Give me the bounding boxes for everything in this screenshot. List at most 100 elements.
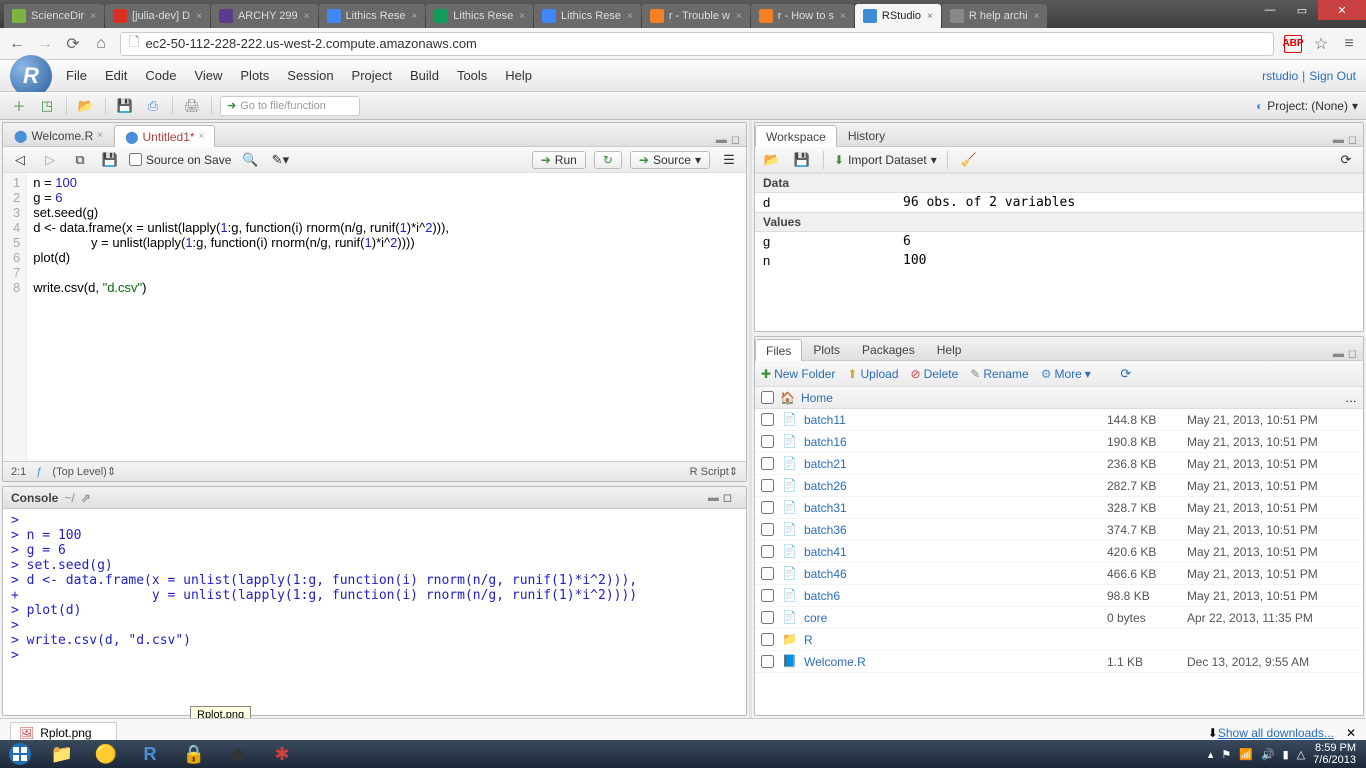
files-tab[interactable]: Plots — [802, 338, 851, 360]
reload-button[interactable]: ⟳ — [64, 35, 82, 53]
file-checkbox[interactable] — [761, 457, 774, 470]
menu-project[interactable]: Project — [352, 68, 392, 83]
home-icon[interactable]: 🏠 — [780, 391, 795, 405]
import-dataset-button[interactable]: ⬇Import Dataset▾ — [834, 153, 937, 167]
clear-workspace-icon[interactable]: 🧹 — [958, 150, 980, 170]
file-checkbox[interactable] — [761, 501, 774, 514]
save-all-button[interactable]: ⎙ — [142, 96, 164, 116]
file-name[interactable]: batch16 — [804, 435, 1107, 449]
browser-tab[interactable]: RStudio× — [855, 4, 941, 28]
network-icon[interactable]: 📶 — [1239, 748, 1253, 761]
outline-icon[interactable]: ☰ — [718, 150, 740, 170]
back-button[interactable]: ← — [8, 35, 26, 53]
minimize-button[interactable]: ― — [1254, 0, 1286, 20]
file-checkbox[interactable] — [761, 655, 774, 668]
goto-file-input[interactable]: ➜ Go to file/function — [220, 96, 360, 116]
new-file-button[interactable]: ＋ — [8, 96, 30, 116]
file-name[interactable]: Welcome.R — [804, 655, 1107, 669]
menu-tools[interactable]: Tools — [457, 68, 487, 83]
close-button[interactable]: ✕ — [1318, 0, 1366, 20]
upload-button[interactable]: ⬆Upload — [847, 367, 898, 381]
source-on-save-checkbox[interactable]: Source on Save — [129, 153, 231, 167]
minimize-pane-icon[interactable]: ▬ — [708, 492, 719, 504]
file-checkbox[interactable] — [761, 435, 774, 448]
refresh-files-icon[interactable]: ⟳ — [1115, 364, 1137, 384]
wand-icon[interactable]: ✎▾ — [269, 150, 291, 170]
close-tab-icon[interactable]: × — [304, 11, 310, 22]
home-button[interactable]: ⌂ — [92, 35, 110, 53]
back-nav-icon[interactable]: ◁ — [9, 150, 31, 170]
run-button[interactable]: ➔Run — [532, 151, 586, 169]
close-download-bar-icon[interactable]: ✕ — [1346, 726, 1356, 740]
menu-session[interactable]: Session — [287, 68, 333, 83]
file-name[interactable]: R — [804, 633, 1107, 647]
browser-tab[interactable]: r - Trouble w× — [642, 4, 750, 28]
maximize-pane-icon[interactable]: ◻ — [731, 133, 740, 146]
sign-out-link[interactable]: Sign Out — [1309, 69, 1356, 83]
maximize-pane-icon[interactable]: ◻ — [1348, 347, 1357, 360]
close-tab-icon[interactable]: × — [736, 11, 742, 22]
load-workspace-icon[interactable]: 📂 — [761, 150, 783, 170]
taskbar-app-4[interactable]: 🔒 — [172, 740, 216, 768]
forward-nav-icon[interactable]: ▷ — [39, 150, 61, 170]
file-name[interactable]: batch6 — [804, 589, 1107, 603]
maximize-pane-icon[interactable]: ◻ — [723, 491, 732, 504]
bookmark-icon[interactable]: ☆ — [1312, 35, 1330, 53]
find-icon[interactable]: 🔍 — [239, 150, 261, 170]
taskbar-rstudio[interactable]: R — [128, 740, 172, 768]
new-project-button[interactable]: ◳ — [36, 96, 58, 116]
more-crumb-icon[interactable]: … — [1345, 391, 1357, 405]
console-popout-icon[interactable]: ⇗ — [81, 491, 91, 505]
browser-tab[interactable]: Lithics Rese× — [319, 4, 426, 28]
file-name[interactable]: batch26 — [804, 479, 1107, 493]
file-name[interactable]: batch41 — [804, 545, 1107, 559]
browser-tab[interactable]: Lithics Rese× — [534, 4, 641, 28]
forward-button[interactable]: → — [36, 35, 54, 53]
file-name[interactable]: core — [804, 611, 1107, 625]
file-checkbox[interactable] — [761, 589, 774, 602]
new-folder-button[interactable]: ✚New Folder — [761, 367, 835, 381]
file-name[interactable]: batch46 — [804, 567, 1107, 581]
select-all-checkbox[interactable] — [761, 391, 774, 404]
workspace-tab[interactable]: History — [837, 124, 896, 146]
project-selector[interactable]: ◐ Project: (None) ▾ — [1256, 99, 1358, 113]
file-checkbox[interactable] — [761, 633, 774, 646]
maximize-pane-icon[interactable]: ◻ — [1348, 133, 1357, 146]
workspace-row[interactable]: d96 obs. of 2 variables — [755, 193, 1363, 212]
file-checkbox[interactable] — [761, 567, 774, 580]
open-file-button[interactable]: 📂 — [75, 96, 97, 116]
clock[interactable]: 8:59 PM 7/6/2013 — [1313, 742, 1356, 766]
workspace-tab[interactable]: Workspace — [755, 125, 837, 147]
rename-button[interactable]: ✎Rename — [970, 367, 1028, 381]
close-tab-icon[interactable]: × — [840, 11, 846, 22]
file-checkbox[interactable] — [761, 479, 774, 492]
close-tab-icon[interactable]: × — [627, 11, 633, 22]
language-label[interactable]: R Script — [690, 466, 729, 478]
files-tab[interactable]: Help — [926, 338, 973, 360]
file-checkbox[interactable] — [761, 545, 774, 558]
save-source-button[interactable]: 💾 — [99, 150, 121, 170]
crumb-home[interactable]: Home — [801, 391, 833, 405]
show-all-downloads-link[interactable]: Show all downloads... — [1218, 726, 1334, 740]
menu-code[interactable]: Code — [145, 68, 176, 83]
tray-up-icon[interactable]: ▴ — [1208, 748, 1214, 761]
rerun-button[interactable]: ↻ — [594, 151, 622, 169]
print-button[interactable]: 🖨 — [181, 96, 203, 116]
minimize-pane-icon[interactable]: ▬ — [1333, 348, 1344, 360]
start-button[interactable] — [0, 740, 40, 768]
show-in-new-window-icon[interactable]: ⧉ — [69, 150, 91, 170]
close-tab-icon[interactable]: × — [196, 11, 202, 22]
browser-tab[interactable]: ScienceDir× — [4, 4, 104, 28]
menu-help[interactable]: Help — [505, 68, 532, 83]
minimize-pane-icon[interactable]: ▬ — [716, 134, 727, 146]
file-name[interactable]: batch21 — [804, 457, 1107, 471]
refresh-icon[interactable]: ⟳ — [1335, 150, 1357, 170]
file-checkbox[interactable] — [761, 523, 774, 536]
close-tab-icon[interactable]: × — [411, 11, 417, 22]
save-workspace-icon[interactable]: 💾 — [791, 150, 813, 170]
console-body[interactable]: > > n = 100 > g = 6 > set.seed(g) > d <-… — [3, 509, 746, 715]
workspace-row[interactable]: n100 — [755, 251, 1363, 270]
source-tab[interactable]: ⬤Untitled1*× — [114, 125, 215, 147]
flag-icon[interactable]: ⚑ — [1221, 748, 1231, 761]
menu-plots[interactable]: Plots — [240, 68, 269, 83]
